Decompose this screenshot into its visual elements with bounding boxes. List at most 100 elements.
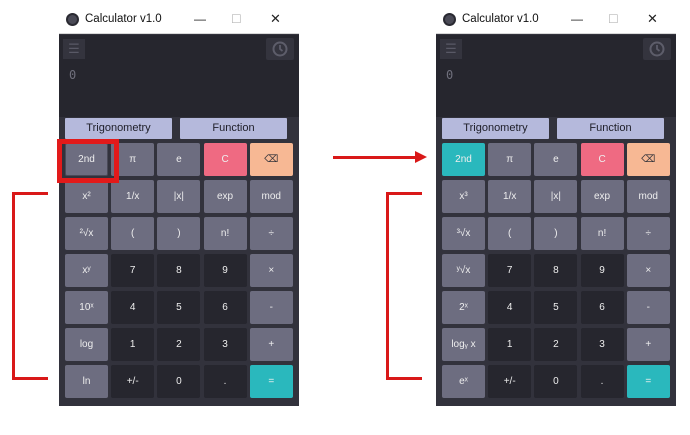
key-2[interactable]: 2 (157, 328, 201, 361)
key-add[interactable]: + (249, 328, 293, 361)
key-decimal[interactable]: . (580, 365, 624, 398)
key-8[interactable]: 8 (157, 254, 201, 287)
key-cube[interactable]: x³ (442, 180, 485, 213)
display-value: 0 (69, 68, 77, 82)
maximize-button[interactable]: ☐ (608, 11, 619, 27)
key-4[interactable]: 4 (111, 291, 155, 324)
key-equals[interactable]: = (249, 365, 293, 398)
key-mod[interactable]: mod (249, 180, 293, 213)
key-clear[interactable]: C (580, 143, 624, 176)
key-log[interactable]: log (65, 328, 108, 361)
history-icon[interactable] (266, 38, 294, 60)
calculator-window-after: Calculator v1.0 — ☐ ✕ ☰ 0 Trigonometry F… (436, 6, 676, 406)
arrow-shaft (333, 156, 417, 159)
key-mod[interactable]: mod (626, 180, 670, 213)
key-4[interactable]: 4 (488, 291, 532, 324)
key-equals[interactable]: = (626, 365, 670, 398)
key-open-paren[interactable]: ( (488, 217, 532, 250)
bracket-left (12, 192, 48, 380)
key-open-paren[interactable]: ( (111, 217, 155, 250)
bracket-right (386, 192, 422, 380)
key-7[interactable]: 7 (488, 254, 532, 287)
minimize-button[interactable]: — (571, 11, 583, 27)
trigonometry-button[interactable]: Trigonometry (65, 118, 172, 139)
key-3[interactable]: 3 (203, 328, 247, 361)
key-5[interactable]: 5 (157, 291, 201, 324)
key-negate[interactable]: +/- (488, 365, 532, 398)
key-e-power[interactable]: eˣ (442, 365, 485, 398)
history-icon[interactable] (643, 38, 671, 60)
key-0[interactable]: 0 (534, 365, 578, 398)
key-e[interactable]: e (157, 143, 201, 176)
calculator-app-icon (443, 13, 456, 26)
key-two-power[interactable]: 2ˣ (442, 291, 485, 324)
display-area: ☰ 0 (59, 35, 299, 117)
key-close-paren[interactable]: ) (534, 217, 578, 250)
key-power[interactable]: xʸ (65, 254, 108, 287)
hamburger-icon[interactable]: ☰ (63, 39, 85, 59)
key-reciprocal[interactable]: 1/x (111, 180, 155, 213)
key-yroot[interactable]: ʸ√x (442, 254, 485, 287)
trigonometry-button[interactable]: Trigonometry (442, 118, 549, 139)
close-button[interactable]: ✕ (647, 11, 658, 27)
key-multiply[interactable]: × (626, 254, 670, 287)
title-bar: Calculator v1.0 — ☐ ✕ (436, 6, 676, 34)
display-area: ☰ 0 (436, 35, 676, 117)
key-5[interactable]: 5 (534, 291, 578, 324)
title-bar: Calculator v1.0 — ☐ ✕ (59, 6, 299, 34)
key-log-base[interactable]: logᵧ x (442, 328, 485, 361)
backspace-icon[interactable]: ⌫ (249, 143, 293, 176)
hamburger-icon[interactable]: ☰ (440, 39, 462, 59)
window-title: Calculator v1.0 (462, 13, 539, 25)
key-negate[interactable]: +/- (111, 365, 155, 398)
key-subtract[interactable]: - (249, 291, 293, 324)
key-9[interactable]: 9 (203, 254, 247, 287)
function-button[interactable]: Function (180, 118, 287, 139)
key-8[interactable]: 8 (534, 254, 578, 287)
close-button[interactable]: ✕ (270, 11, 281, 27)
key-multiply[interactable]: × (249, 254, 293, 287)
key-e[interactable]: e (534, 143, 578, 176)
highlight-box-2nd (57, 139, 119, 183)
key-abs[interactable]: |x| (157, 180, 201, 213)
key-0[interactable]: 0 (157, 365, 201, 398)
key-exp[interactable]: exp (580, 180, 624, 213)
display-value: 0 (446, 68, 454, 82)
minimize-button[interactable]: — (194, 11, 206, 27)
key-factorial[interactable]: n! (580, 217, 624, 250)
key-divide[interactable]: ÷ (249, 217, 293, 250)
key-1[interactable]: 1 (488, 328, 532, 361)
window-title: Calculator v1.0 (85, 13, 162, 25)
key-6[interactable]: 6 (580, 291, 624, 324)
key-decimal[interactable]: . (203, 365, 247, 398)
key-cube-root[interactable]: ³√x (442, 217, 485, 250)
key-reciprocal[interactable]: 1/x (488, 180, 532, 213)
key-close-paren[interactable]: ) (157, 217, 201, 250)
key-subtract[interactable]: - (626, 291, 670, 324)
backspace-icon[interactable]: ⌫ (626, 143, 670, 176)
key-3[interactable]: 3 (580, 328, 624, 361)
function-button[interactable]: Function (557, 118, 664, 139)
maximize-button[interactable]: ☐ (231, 11, 242, 27)
key-exp[interactable]: exp (203, 180, 247, 213)
key-6[interactable]: 6 (203, 291, 247, 324)
key-clear[interactable]: C (203, 143, 247, 176)
key-2nd[interactable]: 2nd (442, 143, 485, 176)
key-7[interactable]: 7 (111, 254, 155, 287)
key-ln[interactable]: ln (65, 365, 108, 398)
key-9[interactable]: 9 (580, 254, 624, 287)
calculator-window-before: Calculator v1.0 — ☐ ✕ ☰ 0 Trigonometry F… (59, 6, 299, 406)
key-1[interactable]: 1 (111, 328, 155, 361)
key-factorial[interactable]: n! (203, 217, 247, 250)
key-pi[interactable]: π (488, 143, 532, 176)
key-2[interactable]: 2 (534, 328, 578, 361)
key-abs[interactable]: |x| (534, 180, 578, 213)
key-ten-power[interactable]: 10ˣ (65, 291, 108, 324)
key-square[interactable]: x² (65, 180, 108, 213)
key-sqrt[interactable]: ²√x (65, 217, 108, 250)
key-add[interactable]: + (626, 328, 670, 361)
arrow-icon (415, 151, 427, 163)
key-divide[interactable]: ÷ (626, 217, 670, 250)
keypad: 2nd π e C ⌫ x³ 1/x |x| exp mod ³√x ( ) n… (442, 143, 670, 401)
calculator-app-icon (66, 13, 79, 26)
